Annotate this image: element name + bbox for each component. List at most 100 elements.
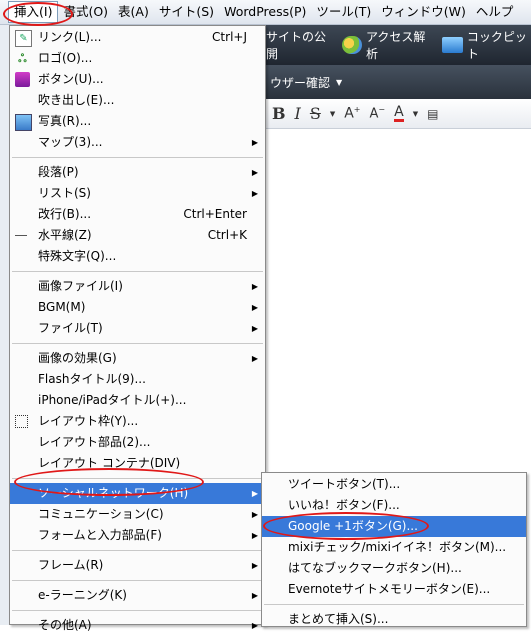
- submenu-arrow-icon: ▶: [251, 138, 258, 147]
- menu-item-google-plus-one[interactable]: Google +1ボタン(G)...: [262, 516, 526, 537]
- menu-item-label: フォームと入力部品(F): [38, 528, 162, 542]
- menu-item-label: はてなブックマークボタン(H)...: [288, 561, 462, 575]
- menu-separator: [12, 580, 263, 581]
- menu-separator: [12, 610, 263, 611]
- more-tools-icon[interactable]: ▤: [427, 107, 438, 121]
- analytics-label: アクセス解析: [366, 30, 426, 61]
- submenu-arrow-icon: ▶: [251, 510, 258, 519]
- logo-icon: ஃ: [18, 52, 27, 65]
- menu-separator: [12, 271, 263, 272]
- menu-item-label: Google +1ボタン(G)...: [288, 519, 418, 533]
- menu-site[interactable]: サイト(S): [154, 1, 219, 23]
- menu-item-form-input[interactable]: フォームと入力部品(F) ▶: [10, 525, 265, 546]
- menu-item-shortcut: Ctrl+Enter: [183, 207, 247, 221]
- menu-item-balloon[interactable]: 吹き出し(E)...: [10, 90, 265, 111]
- submenu-arrow-icon: ▶: [251, 354, 258, 363]
- menu-item-label: ツイートボタン(T)...: [288, 477, 401, 491]
- submenu-arrow-icon: ▶: [251, 489, 258, 498]
- dropdown-arrow-icon[interactable]: ▼: [336, 78, 342, 87]
- menu-item-label: ソーシャルネットワーク(H): [38, 486, 189, 500]
- menu-item-link[interactable]: ✎ リンク(L)... Ctrl+J: [10, 27, 265, 48]
- menu-item-button[interactable]: ボタン(U)...: [10, 69, 265, 90]
- submenu-arrow-icon: ▶: [251, 591, 258, 600]
- submenu-arrow-icon: ▶: [251, 168, 258, 177]
- format-toolbar: B I S ▼ A+ A− A ▼ ▤: [262, 99, 531, 129]
- menu-window[interactable]: ウィンドウ(W): [376, 1, 471, 23]
- menu-item-flash-title[interactable]: Flashタイトル(9)...: [10, 369, 265, 390]
- secondary-toolbar: ウザー確認 ▼: [262, 65, 531, 99]
- font-size-down-icon[interactable]: A−: [370, 105, 386, 121]
- menu-item-iphone-title[interactable]: iPhone/iPadタイトル(+)...: [10, 390, 265, 411]
- button-icon: [15, 72, 30, 87]
- menu-item-label: レイアウト部品(2)...: [38, 435, 151, 449]
- menu-wordpress[interactable]: WordPress(P): [219, 1, 311, 23]
- menu-item-paragraph[interactable]: 段落(P) ▶: [10, 162, 265, 183]
- menu-item-label: 水平線(Z): [38, 228, 92, 242]
- menu-item-label: フレーム(R): [38, 558, 104, 572]
- menu-item-label: e-ラーニング(K): [38, 588, 127, 602]
- menu-item-label: リンク(L)...: [38, 30, 102, 44]
- menu-item-label: 段落(P): [38, 165, 79, 179]
- photo-icon: [15, 114, 32, 131]
- user-check-button[interactable]: ウザー確認: [270, 74, 330, 91]
- font-size-up-icon[interactable]: A+: [344, 105, 360, 122]
- menu-item-mixi-check[interactable]: mixiチェック/mixiイイネ！ボタン(M)...: [262, 537, 526, 558]
- submenu-arrow-icon: ▶: [251, 621, 258, 630]
- menu-item-label: いいね！ボタン(F)...: [288, 498, 400, 512]
- menu-separator: [12, 343, 263, 344]
- strikethrough-button[interactable]: S: [310, 104, 321, 123]
- menu-item-shortcut: Ctrl+J: [212, 30, 247, 44]
- menu-item-label: その他(A): [38, 618, 92, 632]
- menu-item-image-effect[interactable]: 画像の効果(G) ▶: [10, 348, 265, 369]
- menu-tools[interactable]: ツール(T): [311, 1, 376, 23]
- menu-bar: 挿入(I) 書式(O) 表(A) サイト(S) WordPress(P) ツール…: [0, 0, 531, 25]
- menu-item-label: レイアウト枠(Y)...: [38, 414, 139, 428]
- menu-item-tweet-button[interactable]: ツイートボタン(T)...: [262, 474, 526, 495]
- menu-item-label: ロゴ(O)...: [38, 51, 93, 65]
- menu-separator: [12, 157, 263, 158]
- menu-item-logo[interactable]: ஃ ロゴ(O)...: [10, 48, 265, 69]
- menu-item-horizontal-line[interactable]: 水平線(Z) Ctrl+K: [10, 225, 265, 246]
- submenu-arrow-icon: ▶: [251, 282, 258, 291]
- menu-item-map[interactable]: マップ(3)... ▶: [10, 132, 265, 153]
- menu-item-photo[interactable]: 写真(R)...: [10, 111, 265, 132]
- menu-item-label: リスト(S): [38, 186, 91, 200]
- menu-item-file[interactable]: ファイル(T) ▶: [10, 318, 265, 339]
- menu-item-list[interactable]: リスト(S) ▶: [10, 183, 265, 204]
- menu-item-label: mixiチェック/mixiイイネ！ボタン(M)...: [288, 540, 507, 554]
- cockpit-button[interactable]: コックピット: [441, 28, 531, 62]
- menu-item-communication[interactable]: コミュニケーション(C) ▶: [10, 504, 265, 525]
- menu-item-label: iPhone/iPadタイトル(+)...: [38, 393, 187, 407]
- menu-table[interactable]: 表(A): [113, 1, 154, 23]
- menu-item-label: 吹き出し(E)...: [38, 93, 115, 107]
- menu-format[interactable]: 書式(O): [58, 1, 113, 23]
- menu-insert[interactable]: 挿入(I): [8, 1, 59, 23]
- menu-item-layout-part[interactable]: レイアウト部品(2)...: [10, 432, 265, 453]
- menu-item-special-char[interactable]: 特殊文字(Q)...: [10, 246, 265, 267]
- menu-item-other[interactable]: その他(A) ▶: [10, 615, 265, 636]
- menu-item-like-button[interactable]: いいね！ボタン(F)...: [262, 495, 526, 516]
- menu-help[interactable]: ヘルプ: [471, 1, 519, 23]
- analytics-button[interactable]: アクセス解析: [342, 28, 429, 62]
- menu-item-label: コミュニケーション(C): [38, 507, 164, 521]
- menu-item-social-network[interactable]: ソーシャルネットワーク(H) ▶: [10, 483, 265, 504]
- menu-item-line-break[interactable]: 改行(B)... Ctrl+Enter: [10, 204, 265, 225]
- submenu-arrow-icon: ▶: [251, 189, 258, 198]
- dropdown-arrow-icon[interactable]: ▼: [330, 110, 335, 118]
- italic-button[interactable]: I: [295, 104, 301, 123]
- menu-item-layout-frame[interactable]: レイアウト枠(Y)...: [10, 411, 265, 432]
- menu-item-image-file[interactable]: 画像ファイル(I) ▶: [10, 276, 265, 297]
- menu-item-hatena-bookmark[interactable]: はてなブックマークボタン(H)...: [262, 558, 526, 579]
- menu-item-label: 画像ファイル(I): [38, 279, 123, 293]
- bold-button[interactable]: B: [272, 104, 286, 123]
- menu-item-e-learning[interactable]: e-ラーニング(K) ▶: [10, 585, 265, 606]
- analytics-icon: [342, 36, 362, 54]
- menu-item-layout-container[interactable]: レイアウト コンテナ(DIV): [10, 453, 265, 474]
- submenu-arrow-icon: ▶: [251, 561, 258, 570]
- menu-item-frame[interactable]: フレーム(R) ▶: [10, 555, 265, 576]
- publish-button[interactable]: サイトの公開: [266, 28, 330, 62]
- menu-item-bgm[interactable]: BGM(M) ▶: [10, 297, 265, 318]
- text-color-icon[interactable]: A: [394, 105, 404, 122]
- dropdown-arrow-icon[interactable]: ▼: [413, 110, 418, 118]
- menu-item-evernote[interactable]: Evernoteサイトメモリーボタン(E)...: [262, 579, 526, 600]
